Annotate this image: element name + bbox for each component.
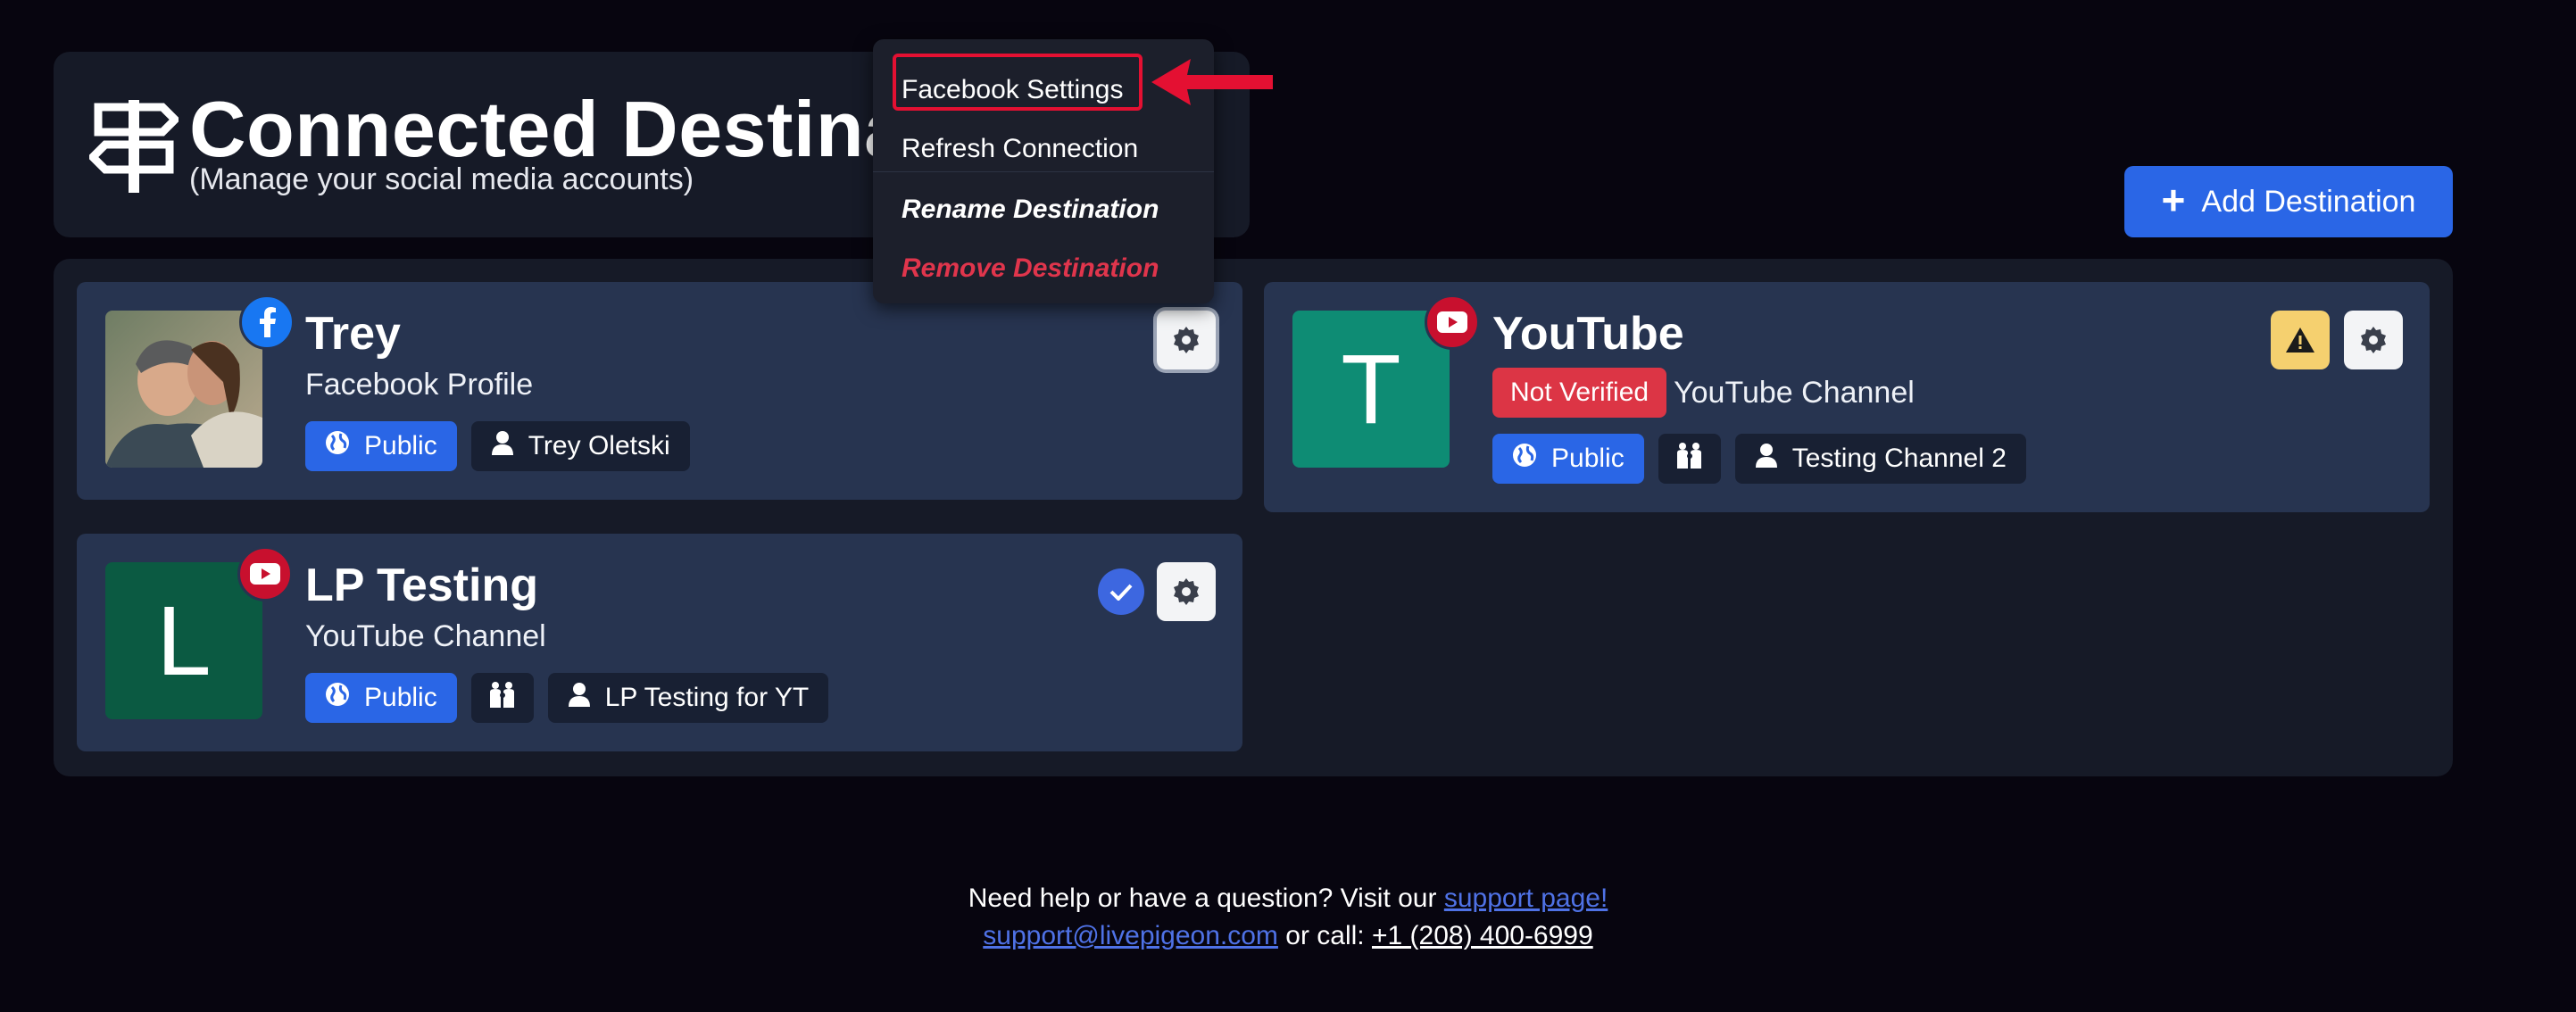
youtube-icon: [237, 546, 293, 601]
avatar-initial: L: [156, 585, 212, 696]
warning-icon: [2286, 328, 2314, 353]
account-badge: LP Testing for YT: [547, 673, 829, 723]
family-icon: [1674, 442, 1705, 476]
menu-divider: [873, 171, 1214, 172]
profile-photo: [105, 311, 262, 468]
globe-icon: [1512, 443, 1537, 475]
destination-card-youtube: T YouTube Not Verified YouTube Channel P…: [1264, 282, 2430, 512]
support-page-link[interactable]: support page!: [1444, 883, 1608, 913]
footer-contact-line: support@livepigeon.com or call: +1 (208)…: [0, 921, 2576, 951]
menu-item-refresh-connection[interactable]: Refresh Connection: [873, 120, 1214, 178]
destination-name: LP Testing: [305, 560, 538, 611]
user-icon: [491, 430, 514, 462]
footer-help-text: Need help or have a question? Visit our: [968, 883, 1437, 913]
settings-gear-button[interactable]: [2344, 311, 2403, 369]
visibility-badge: Public: [1492, 434, 1644, 484]
visibility-badge: Public: [305, 673, 457, 723]
audience-badge: [470, 673, 534, 723]
destination-name: Trey: [305, 308, 401, 360]
footer-help-line: Need help or have a question? Visit our …: [0, 883, 2576, 914]
globe-icon: [325, 682, 350, 714]
settings-gear-button[interactable]: [1157, 562, 1216, 621]
avatar-initial: T: [1341, 334, 1401, 444]
account-badge: Trey Oletski: [470, 421, 690, 471]
not-verified-badge: Not Verified: [1492, 368, 1667, 418]
footer-call-text: or call:: [1285, 921, 1365, 950]
avatar: L: [105, 562, 262, 719]
page-subtitle: (Manage your social media accounts): [189, 162, 694, 196]
facebook-icon: [239, 294, 295, 350]
user-icon: [1755, 443, 1778, 475]
audience-badge: [1658, 434, 1721, 484]
menu-item-remove-destination[interactable]: Remove Destination: [873, 239, 1214, 298]
destination-tags: Public Testing Channel 2: [1492, 434, 2026, 484]
globe-icon: [325, 430, 350, 462]
gear-icon: [2361, 327, 2386, 353]
visibility-badge: Public: [305, 421, 457, 471]
red-arrow-annotation: [1151, 59, 1273, 105]
destination-name: YouTube: [1492, 308, 1684, 360]
page-title: Connected Destina: [189, 85, 909, 173]
destinations-panel: Trey Facebook Profile Public Trey Oletsk…: [54, 259, 2453, 776]
destination-tags: Public LP Testing for YT: [305, 673, 829, 723]
add-destination-label: Add Destination: [2201, 184, 2416, 219]
account-badge: Testing Channel 2: [1734, 434, 2026, 484]
destination-type: YouTube Channel: [305, 619, 546, 653]
gear-icon: [1174, 327, 1199, 353]
destination-card-lp-testing: L LP Testing YouTube Channel Public LP T…: [77, 534, 1242, 751]
verified-check-icon: [1098, 568, 1144, 615]
signpost-icon: [89, 100, 179, 193]
user-icon: [568, 682, 591, 714]
account-label: Trey Oletski: [528, 431, 670, 460]
settings-gear-button[interactable]: [1157, 311, 1216, 369]
plus-icon: +: [2161, 177, 2186, 223]
destination-type-row: Not Verified YouTube Channel: [1492, 368, 1915, 418]
destination-card-trey: Trey Facebook Profile Public Trey Oletsk…: [77, 282, 1242, 500]
destination-type: YouTube Channel: [1674, 375, 1915, 410]
account-label: Testing Channel 2: [1791, 444, 2007, 473]
youtube-icon: [1425, 294, 1480, 350]
menu-item-rename-destination[interactable]: Rename Destination: [873, 180, 1214, 239]
support-email-link[interactable]: support@livepigeon.com: [983, 921, 1278, 950]
visibility-label: Public: [364, 683, 437, 712]
visibility-label: Public: [1551, 444, 1625, 473]
family-icon: [487, 681, 518, 715]
destination-type: Facebook Profile: [305, 368, 534, 402]
add-destination-button[interactable]: + Add Destination: [2124, 166, 2453, 237]
avatar: T: [1292, 311, 1450, 468]
destination-tags: Public Trey Oletski: [305, 421, 690, 471]
account-label: LP Testing for YT: [604, 683, 810, 712]
support-phone-link[interactable]: +1 (208) 400-6999: [1372, 921, 1593, 950]
warning-button[interactable]: [2271, 311, 2330, 369]
avatar: [105, 311, 262, 468]
gear-icon: [1174, 578, 1199, 605]
visibility-label: Public: [364, 431, 437, 460]
